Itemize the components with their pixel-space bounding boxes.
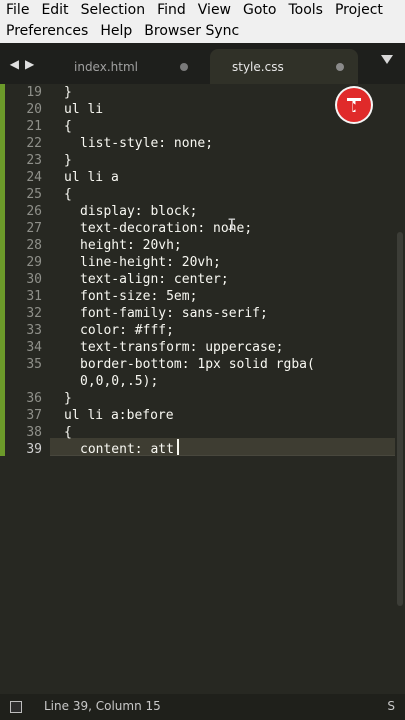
line-number: 24 <box>26 170 42 185</box>
status-bar: Line 39, Column 15 S <box>0 694 405 720</box>
logo-icon <box>337 88 371 122</box>
scrollbar-thumb[interactable] <box>397 232 403 606</box>
menu-help[interactable]: Help <box>94 21 138 42</box>
chevron-down-icon[interactable] <box>381 55 393 64</box>
line-number: 27 <box>26 221 42 236</box>
code-line[interactable]: display: block; <box>64 203 197 220</box>
line-number: 34 <box>26 340 42 355</box>
line-number: 29 <box>26 255 42 270</box>
line-number: 20 <box>26 102 42 117</box>
code-line[interactable]: ul li <box>64 101 103 118</box>
code-line[interactable]: } <box>64 152 72 169</box>
line-number: 39 <box>26 442 42 457</box>
line-number: 37 <box>26 408 42 423</box>
line-number: 36 <box>26 391 42 406</box>
code-line[interactable]: line-height: 20vh; <box>64 254 221 271</box>
tab-close-dot-icon[interactable] <box>336 63 344 71</box>
code-line[interactable]: height: 20vh; <box>64 237 182 254</box>
menu-selection[interactable]: Selection <box>75 0 152 21</box>
code-line[interactable]: { <box>64 186 72 203</box>
code-line[interactable]: text-transform: uppercase; <box>64 339 284 356</box>
code-line[interactable]: text-align: center; <box>64 271 229 288</box>
line-number: 21 <box>26 119 42 134</box>
menu-tools[interactable]: Tools <box>282 0 329 21</box>
tab-nav-arrows: ◀ ▶ <box>0 43 44 84</box>
cursor-position: Line 39, Column 15 <box>44 699 161 713</box>
active-line-highlight <box>0 438 405 456</box>
tab-close-dot-icon[interactable] <box>180 63 188 71</box>
menu-file[interactable]: File <box>0 0 35 21</box>
line-number: 38 <box>26 425 42 440</box>
line-number: 23 <box>26 153 42 168</box>
chevron-left-icon[interactable]: ◀ <box>10 57 19 71</box>
menu-row-1: File Edit Selection Find View Goto Tools… <box>0 0 389 21</box>
code-line[interactable]: ul li a:before <box>64 407 174 424</box>
code-line[interactable]: text-decoration: none; <box>64 220 252 237</box>
text-caret <box>177 439 179 455</box>
code-line[interactable]: 0,0,0,.5); <box>64 373 158 390</box>
tab-label: index.html <box>74 59 138 74</box>
code-line[interactable]: } <box>64 390 72 407</box>
code-line[interactable]: ul li a <box>64 169 119 186</box>
menu-browser-sync[interactable]: Browser Sync <box>138 21 245 42</box>
menu-preferences[interactable]: Preferences <box>0 21 94 42</box>
line-number: 19 <box>26 85 42 100</box>
code-line[interactable]: } <box>64 84 72 101</box>
menu-bar: File Edit Selection Find View Goto Tools… <box>0 0 405 43</box>
line-number: 32 <box>26 306 42 321</box>
line-number: 31 <box>26 289 42 304</box>
chevron-right-icon[interactable]: ▶ <box>25 57 34 71</box>
code-line[interactable]: font-size: 5em; <box>64 288 197 305</box>
line-number: 28 <box>26 238 42 253</box>
scrollbar[interactable] <box>395 84 405 694</box>
syntax-indicator[interactable]: S <box>387 699 395 713</box>
code-line[interactable]: font-family: sans-serif; <box>64 305 268 322</box>
line-number: 30 <box>26 272 42 287</box>
menu-edit[interactable]: Edit <box>35 0 74 21</box>
code-line[interactable]: { <box>64 118 72 135</box>
line-number: 25 <box>26 187 42 202</box>
menu-find[interactable]: Find <box>151 0 192 21</box>
tab-index-html[interactable]: index.html <box>52 49 202 84</box>
code-line[interactable]: border-bottom: 1px solid rgba( <box>64 356 315 373</box>
code-line[interactable]: list-style: none; <box>64 135 213 152</box>
code-line[interactable]: content: att <box>64 441 174 458</box>
panel-toggle-icon[interactable] <box>10 701 22 713</box>
line-number: 33 <box>26 323 42 338</box>
line-number: 35 <box>26 357 42 372</box>
code-editor[interactable]: 19} 20 ul li 21 {22 list-style: none; 23} 24 ul … <box>0 84 405 694</box>
tab-label: style.css <box>232 59 284 74</box>
menu-view[interactable]: View <box>192 0 237 21</box>
tab-style-css[interactable]: style.css <box>210 49 358 84</box>
menu-goto[interactable]: Goto <box>237 0 282 21</box>
code-line[interactable]: { <box>64 424 72 441</box>
line-number: 22 <box>26 136 42 151</box>
line-number: 26 <box>26 204 42 219</box>
menu-row-2: Preferences Help Browser Sync <box>0 21 245 42</box>
tab-bar: ◀ ▶ index.html style.css <box>0 43 405 84</box>
code-line[interactable]: color: #fff; <box>64 322 174 339</box>
ibeam-cursor-icon: I <box>227 215 237 234</box>
menu-project[interactable]: Project <box>329 0 389 21</box>
